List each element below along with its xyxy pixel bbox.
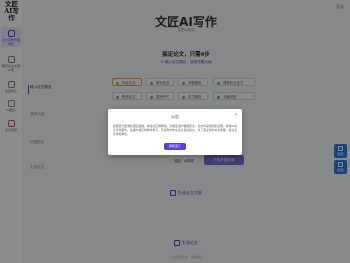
close-icon[interactable]: ×: [234, 112, 238, 118]
modal-body: 根据官方要求和国家政策，本站为正规网站，为保证用户数据安全，论文均采用加密处理，…: [113, 124, 237, 137]
modal-title: 公告: [171, 114, 179, 119]
announcement-modal: 公告 × 根据官方要求和国家政策，本站为正规网站，为保证用户数据安全，论文均采用…: [108, 109, 242, 155]
acknowledge-button[interactable]: 我知道了: [164, 143, 186, 150]
